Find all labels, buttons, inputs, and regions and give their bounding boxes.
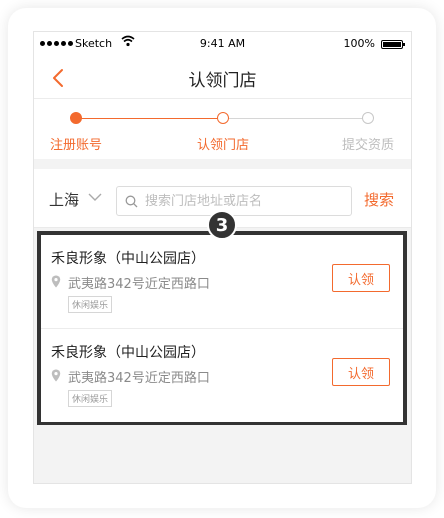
shop-address: 武夷路342号近定西路口: [68, 277, 210, 292]
search-box[interactable]: [116, 186, 352, 216]
step-label-3: 提交资质: [341, 138, 394, 153]
status-bar: Sketch 9:41 AM 100%: [34, 32, 411, 58]
page-title: 认领门店: [188, 71, 257, 91]
search-button[interactable]: 搜索: [364, 189, 394, 210]
step-dot-3: [362, 112, 374, 124]
shop-item[interactable]: 禾良形象（中山公园店） 武夷路342号近定西路口 休闲娱乐 认领: [41, 328, 403, 422]
step-line-todo: [228, 118, 364, 119]
nav-bar: 认领门店: [34, 58, 411, 99]
shop-item[interactable]: 禾良形象（中山公园店） 武夷路342号近定西路口 休闲娱乐 认领: [41, 235, 403, 328]
step-label-1: 注册账号: [49, 138, 102, 153]
step-dot-1: [70, 112, 82, 124]
battery-icon: [381, 40, 405, 49]
progress-steps: 注册账号 认领门店 提交资质: [34, 99, 411, 159]
step-label-2: 认领门店: [196, 138, 249, 153]
search-input[interactable]: [145, 192, 345, 210]
step-dot-2: [217, 112, 229, 124]
shop-name: 禾良形象（中山公园店）: [51, 345, 205, 361]
chevron-down-icon[interactable]: [88, 193, 102, 202]
annotation-badge: 3: [207, 210, 237, 240]
location-pin-icon: [51, 275, 61, 288]
shop-address: 武夷路342号近定西路口: [68, 371, 210, 386]
search-icon: [125, 195, 138, 208]
step-line-done: [76, 118, 218, 119]
battery-percent: 100%: [343, 37, 375, 50]
category-tag: 休闲娱乐: [68, 390, 113, 407]
shop-list: 禾良形象（中山公园店） 武夷路342号近定西路口 休闲娱乐 认领 禾良形象（中山…: [37, 231, 407, 425]
category-tag: 休闲娱乐: [68, 296, 113, 313]
claim-button[interactable]: 认领: [332, 264, 390, 292]
claim-button[interactable]: 认领: [332, 358, 390, 386]
location-pin-icon: [51, 369, 61, 382]
shop-name: 禾良形象（中山公园店）: [51, 251, 205, 267]
city-selector[interactable]: 上海: [49, 189, 79, 210]
